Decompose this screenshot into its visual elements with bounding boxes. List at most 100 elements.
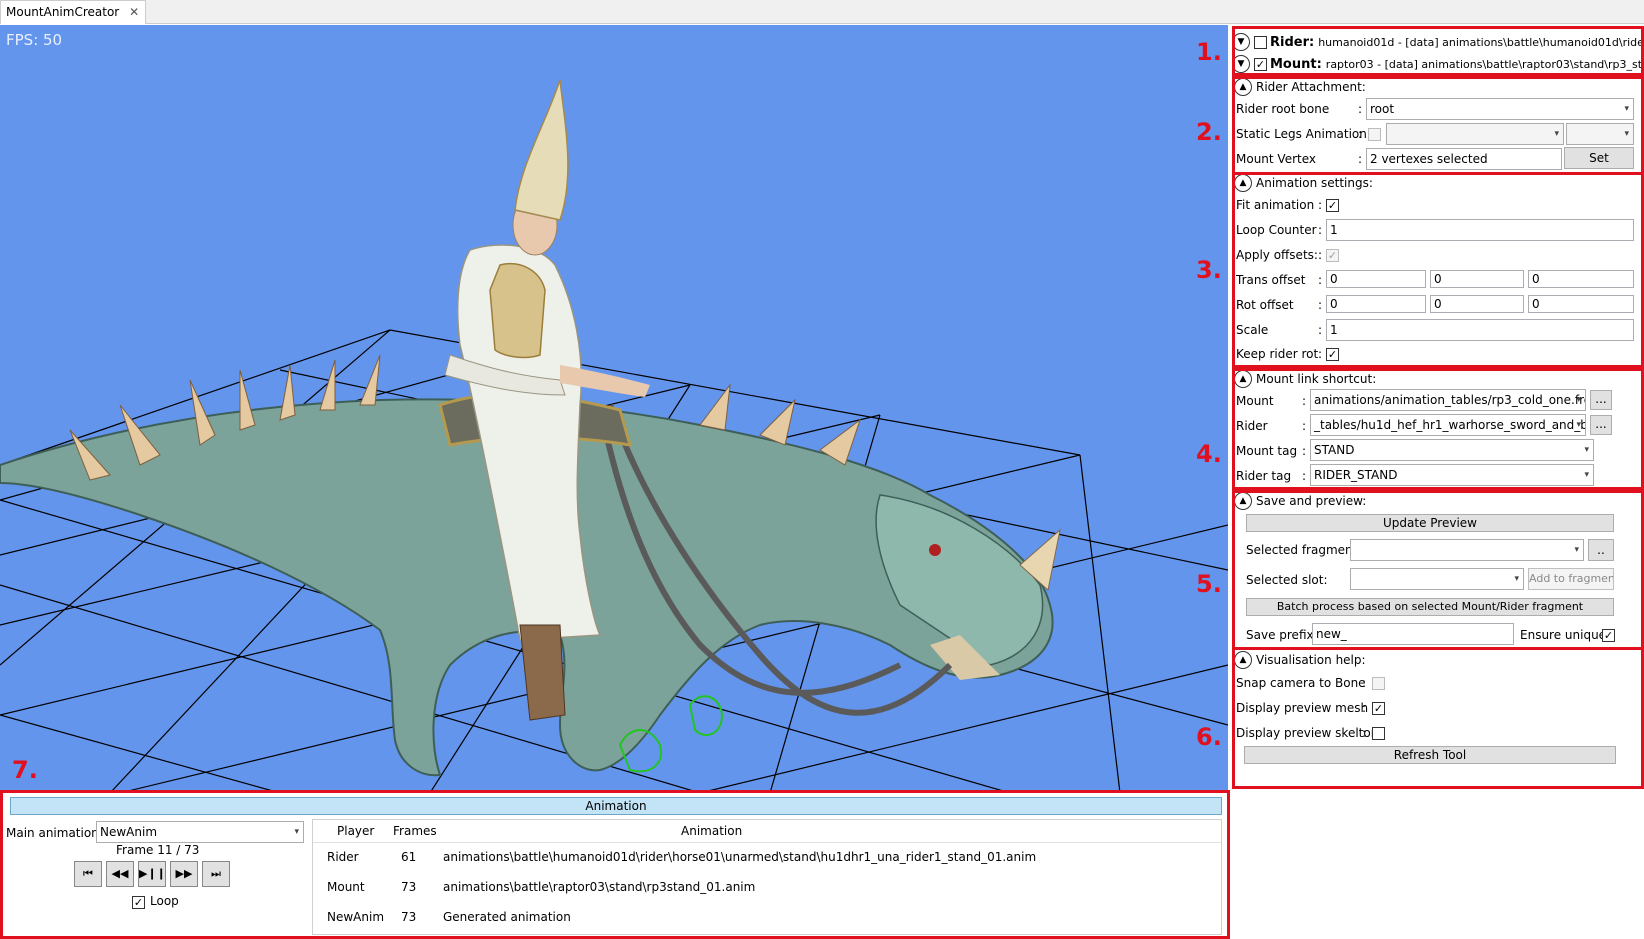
annotation-number-4: 4. bbox=[1196, 440, 1222, 468]
chevron-up-icon[interactable]: ▲ bbox=[1234, 370, 1252, 388]
chevron-up-icon[interactable]: ▲ bbox=[1234, 78, 1252, 96]
next-frame-button[interactable]: ▶▶ bbox=[170, 861, 198, 887]
ensure-unique-label: Ensure unique: bbox=[1520, 628, 1611, 642]
chevron-down-icon: ▾ bbox=[1574, 545, 1579, 555]
loop-checkbox[interactable]: ✓ bbox=[132, 896, 145, 909]
link-rider-combo[interactable]: _tables/hu1d_hef_hr1_warhorse_sword_and_… bbox=[1310, 414, 1586, 436]
trans-offset-x[interactable]: 0 bbox=[1326, 270, 1426, 288]
link-rider-browse-button[interactable]: ... bbox=[1590, 415, 1612, 435]
chevron-up-icon[interactable]: ▲ bbox=[1234, 651, 1252, 669]
mount-tag-combo[interactable]: STAND ▾ bbox=[1310, 439, 1594, 461]
rider-row: ▼ Rider: humanoid01d - [data] animations… bbox=[1232, 31, 1644, 53]
add-to-fragment-button[interactable]: Add to fragment bbox=[1528, 568, 1614, 590]
ensure-unique-checkbox[interactable]: ✓ bbox=[1602, 629, 1615, 642]
scene-render bbox=[0, 79, 1228, 793]
static-legs-checkbox[interactable] bbox=[1368, 128, 1381, 141]
chevron-down-icon: ▾ bbox=[1624, 129, 1629, 139]
row-player: Rider bbox=[327, 850, 359, 864]
annotation-number-3: 3. bbox=[1196, 256, 1222, 284]
selected-slot-label: Selected slot: bbox=[1246, 573, 1328, 587]
chevron-up-icon[interactable]: ▲ bbox=[1234, 492, 1252, 510]
fit-animation-label: Fit animation bbox=[1236, 198, 1315, 212]
chevron-down-icon[interactable]: ▼ bbox=[1232, 33, 1250, 51]
animation-grid: Player Frames Animation Rider 61 animati… bbox=[312, 819, 1222, 935]
rider-tag-combo[interactable]: RIDER_STAND ▾ bbox=[1310, 464, 1594, 486]
rider-checkbox[interactable] bbox=[1254, 35, 1267, 49]
trans-offset-z[interactable]: 0 bbox=[1528, 270, 1634, 288]
rider-label: Rider: bbox=[1270, 34, 1315, 50]
chevron-down-icon[interactable]: ▼ bbox=[1232, 55, 1250, 73]
link-mount-browse-button[interactable]: ... bbox=[1590, 390, 1612, 410]
mount-checkbox[interactable]: ✓ bbox=[1254, 57, 1267, 71]
tab-strip: MountAnimCreator ✕ bbox=[0, 0, 1644, 24]
root-bone-combo[interactable]: root ▾ bbox=[1366, 98, 1634, 120]
row-animation: Generated animation bbox=[443, 910, 571, 924]
main-animation-combo[interactable]: NewAnim ▾ bbox=[96, 821, 304, 843]
visualisation-header: ▲ Visualisation help: bbox=[1234, 651, 1366, 669]
column-header-player[interactable]: Player bbox=[337, 824, 374, 838]
preview-skeleton-label: Display preview skelton bbox=[1236, 726, 1379, 740]
save-preview-header: ▲ Save and preview: bbox=[1234, 492, 1366, 510]
loop-label: Loop bbox=[150, 894, 179, 908]
tab-label: MountAnimCreator bbox=[6, 5, 120, 19]
set-button[interactable]: Set bbox=[1564, 147, 1634, 169]
update-preview-button[interactable]: Update Preview bbox=[1246, 514, 1614, 532]
preview-skeleton-checkbox[interactable] bbox=[1372, 727, 1385, 740]
mount-vertex-field[interactable]: 2 vertexes selected bbox=[1366, 148, 1562, 170]
mount-label: Mount: bbox=[1270, 56, 1322, 72]
fit-animation-checkbox[interactable]: ✓ bbox=[1326, 199, 1339, 212]
chevron-up-icon[interactable]: ▲ bbox=[1234, 174, 1252, 192]
fragment-browse-button[interactable]: .. bbox=[1588, 539, 1614, 561]
chevron-down-icon: ▾ bbox=[1554, 129, 1559, 139]
apply-offsets-checkbox[interactable]: ✓ bbox=[1326, 249, 1339, 262]
link-mount-combo[interactable]: animations/animation_tables/rp3_cold_one… bbox=[1310, 389, 1586, 411]
chevron-down-icon: ▾ bbox=[1584, 445, 1589, 455]
annotation-number-2: 2. bbox=[1196, 118, 1222, 146]
3d-viewport[interactable]: FPS: 50 bbox=[0, 25, 1228, 793]
snap-camera-label: Snap camera to Bone bbox=[1236, 676, 1366, 690]
column-header-animation[interactable]: Animation bbox=[681, 824, 742, 838]
mount-tag-label: Mount tag bbox=[1236, 444, 1298, 458]
rot-offset-label: Rot offset bbox=[1236, 298, 1294, 312]
first-frame-button[interactable]: ⏮ bbox=[74, 861, 102, 887]
keep-rider-rot-checkbox[interactable]: ✓ bbox=[1326, 348, 1339, 361]
selected-slot-combo[interactable]: ▾ bbox=[1350, 568, 1524, 590]
frame-counter: Frame 11 / 73 bbox=[116, 843, 200, 857]
fps-counter: FPS: 50 bbox=[6, 31, 63, 49]
preview-mesh-checkbox[interactable]: ✓ bbox=[1372, 702, 1385, 715]
close-icon[interactable]: ✕ bbox=[129, 1, 139, 24]
row-frames: 73 bbox=[401, 880, 417, 894]
batch-process-button[interactable]: Batch process based on selected Mount/Ri… bbox=[1246, 598, 1614, 616]
chevron-down-icon: ▾ bbox=[294, 827, 299, 837]
play-pause-button[interactable]: ▶❙❙ bbox=[138, 861, 166, 887]
tab-mount-anim-creator[interactable]: MountAnimCreator ✕ bbox=[0, 0, 147, 24]
trans-offset-y[interactable]: 0 bbox=[1430, 270, 1524, 288]
static-legs-combo-2[interactable]: ▾ bbox=[1566, 123, 1634, 145]
loop-counter-field[interactable]: 1 bbox=[1326, 219, 1634, 241]
snap-camera-checkbox[interactable] bbox=[1372, 677, 1385, 690]
preview-mesh-label: Display preview mesh bbox=[1236, 701, 1369, 715]
chevron-down-icon: ▾ bbox=[1576, 420, 1581, 430]
trans-offset-label: Trans offset bbox=[1236, 273, 1306, 287]
selected-fragment-combo[interactable]: ▾ bbox=[1350, 539, 1584, 561]
rot-offset-x[interactable]: 0 bbox=[1326, 295, 1426, 313]
rot-offset-z[interactable]: 0 bbox=[1528, 295, 1634, 313]
animation-settings-header: ▲ Animation settings: bbox=[1234, 174, 1373, 192]
grid-header-divider bbox=[313, 842, 1221, 843]
column-header-frames[interactable]: Frames bbox=[393, 824, 437, 838]
previous-frame-button[interactable]: ◀◀ bbox=[106, 861, 134, 887]
save-prefix-field[interactable]: new_ bbox=[1312, 623, 1514, 645]
last-frame-button[interactable]: ⏭ bbox=[202, 861, 230, 887]
link-mount-label: Mount bbox=[1236, 394, 1274, 408]
rot-offset-y[interactable]: 0 bbox=[1430, 295, 1524, 313]
animation-panel-title: Animation bbox=[10, 797, 1222, 815]
scale-field[interactable]: 1 bbox=[1326, 319, 1634, 341]
rider-tag-label: Rider tag bbox=[1236, 469, 1292, 483]
refresh-tool-button[interactable]: Refresh Tool bbox=[1244, 746, 1616, 764]
row-animation: animations\battle\raptor03\stand\rp3stan… bbox=[443, 880, 756, 894]
annotation-number-1: 1. bbox=[1196, 38, 1222, 66]
static-legs-combo[interactable]: ▾ bbox=[1386, 123, 1564, 145]
row-frames: 73 bbox=[401, 910, 417, 924]
annotation-number-7: 7. bbox=[12, 756, 38, 784]
animation-panel: Animation Main animation: NewAnim ▾ Frame… bbox=[0, 793, 1228, 939]
